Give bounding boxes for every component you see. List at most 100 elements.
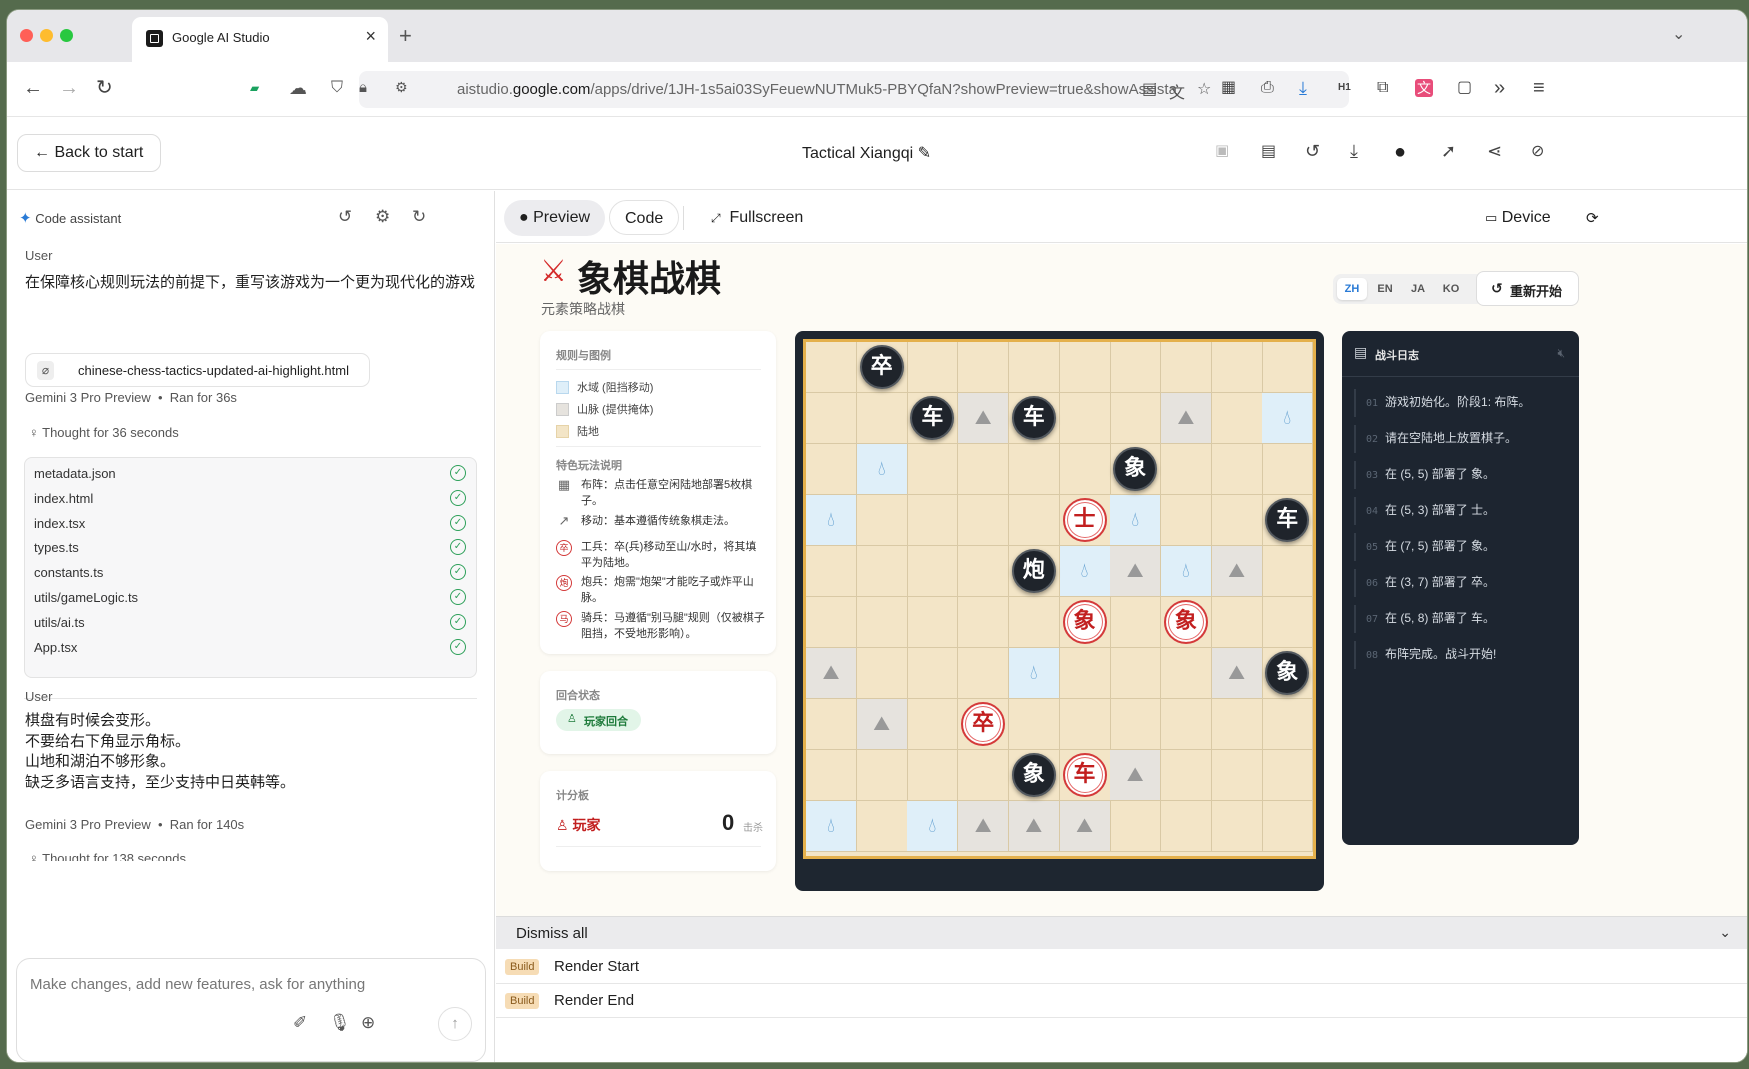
mountain-cell[interactable]: ⛰︎	[1110, 546, 1162, 597]
print-icon[interactable]: ⎙	[1261, 76, 1274, 100]
piece-red[interactable]: 车	[1062, 753, 1107, 797]
board-cell[interactable]	[907, 495, 959, 546]
collapse-chevron-icon[interactable]: ⌄	[1719, 924, 1731, 941]
mountain-cell[interactable]: ⛰︎	[1008, 801, 1060, 852]
more-tools-icon[interactable]: »	[1494, 76, 1505, 100]
lang-zh[interactable]: ZH	[1337, 278, 1367, 300]
board-cell[interactable]	[1262, 750, 1313, 801]
download-icon[interactable]: ⤓	[1299, 76, 1307, 100]
add-circle-icon[interactable]: ⊕	[361, 1013, 375, 1033]
board-cell[interactable]	[958, 750, 1010, 801]
file-row[interactable]: types.ts ✓	[25, 535, 476, 562]
extension-flag-icon[interactable]: ▰	[250, 76, 259, 100]
board-cell[interactable]	[1008, 342, 1060, 393]
mountain-cell[interactable]: ⛰︎	[1211, 546, 1263, 597]
file-row[interactable]: utils/ai.ts ✓	[25, 610, 476, 637]
piece-black[interactable]: 象	[1113, 447, 1158, 491]
piece-black[interactable]: 卒	[859, 345, 904, 389]
board-cell[interactable]	[1160, 444, 1212, 495]
address-bar[interactable]: ⛉ 🔒︎ ⚙ aistudio.google.com/apps/drive/1J…	[331, 71, 1349, 108]
board-cell[interactable]	[907, 444, 959, 495]
thought-summary[interactable]: ♀ Thought for 36 seconds	[29, 425, 179, 440]
water-cell[interactable]: 💧︎	[1160, 546, 1212, 597]
board-cell[interactable]	[1211, 750, 1263, 801]
mountain-cell[interactable]: ⛰︎	[856, 699, 908, 750]
file-row[interactable]: constants.ts ✓	[25, 560, 476, 587]
board-cell[interactable]	[856, 750, 908, 801]
board-cell[interactable]	[856, 648, 908, 699]
board-cell[interactable]	[907, 342, 959, 393]
save-icon[interactable]: ▣	[1215, 141, 1229, 159]
board-cell[interactable]	[1262, 342, 1313, 393]
water-cell[interactable]: 💧︎	[907, 801, 959, 852]
tab-code[interactable]: Code	[609, 200, 680, 235]
board-cell[interactable]	[1262, 597, 1313, 648]
translate-icon[interactable]: 文	[1169, 79, 1185, 103]
share-icon[interactable]: ⋖	[1487, 141, 1502, 162]
restart-button[interactable]: ↺ 重新开始	[1476, 271, 1579, 306]
piece-red[interactable]: 卒	[961, 702, 1006, 746]
reader-mode-icon[interactable]: ▤	[1142, 79, 1157, 99]
board-cell[interactable]	[856, 546, 908, 597]
board-cell[interactable]	[1262, 801, 1313, 852]
board-cell[interactable]	[1160, 648, 1212, 699]
board-cell[interactable]	[958, 495, 1010, 546]
history-icon[interactable]: ↺	[338, 207, 352, 227]
piece-black[interactable]: 象	[1011, 753, 1056, 797]
board-cell[interactable]	[856, 495, 908, 546]
board-cell[interactable]	[1059, 699, 1111, 750]
piece-red[interactable]: 象	[1062, 600, 1107, 644]
piece-red[interactable]: 士	[1062, 498, 1107, 542]
prompt-input[interactable]: Make changes, add new features, ask for …	[16, 958, 486, 1062]
send-button[interactable]: ↑	[438, 1007, 472, 1041]
translate-extension-icon[interactable]: 文	[1415, 79, 1433, 97]
board-cell[interactable]	[1211, 801, 1263, 852]
board-cell[interactable]	[806, 699, 857, 750]
url-text[interactable]: aistudio.google.com/apps/drive/1JH-1s5ai…	[457, 81, 1237, 98]
cloud-icon[interactable]: ☁	[289, 76, 307, 100]
file-row[interactable]: index.html ✓	[25, 486, 476, 513]
board-cell[interactable]	[1211, 393, 1263, 444]
lang-ja[interactable]: JA	[1403, 278, 1433, 300]
microphone-icon[interactable]: 🎙︎	[329, 1013, 351, 1033]
minimize-window-button[interactable]	[40, 29, 53, 42]
board-cell[interactable]	[1211, 597, 1263, 648]
piece-black[interactable]: 炮	[1011, 549, 1056, 593]
water-cell[interactable]: 💧︎	[806, 801, 857, 852]
board-cell[interactable]	[907, 546, 959, 597]
board-cell[interactable]	[1110, 393, 1162, 444]
thought-summary-2[interactable]: ♀ Thought for 138 seconds	[29, 851, 186, 861]
water-cell[interactable]: 💧︎	[1110, 495, 1162, 546]
board-cell[interactable]	[806, 750, 857, 801]
tab-list-chevron-icon[interactable]: ⌄	[1672, 24, 1685, 44]
board-cell[interactable]	[1262, 546, 1313, 597]
piece-black[interactable]: 象	[1265, 651, 1310, 695]
board-cell[interactable]	[907, 648, 959, 699]
reload-preview-icon[interactable]: ⟳	[1571, 200, 1614, 236]
board-cell[interactable]	[1160, 699, 1212, 750]
bookmark-star-icon[interactable]: ☆	[1197, 79, 1211, 99]
lock-icon[interactable]: 🔒︎	[359, 79, 367, 96]
water-cell[interactable]: 💧︎	[806, 495, 857, 546]
hide-preview-icon[interactable]: ⊘	[1531, 141, 1544, 161]
download-app-icon[interactable]: ⤓	[1350, 141, 1358, 162]
close-window-button[interactable]	[20, 29, 33, 42]
settings-gear-icon[interactable]: ⚙	[375, 207, 390, 227]
site-settings-icon[interactable]: ⚙	[395, 79, 408, 96]
file-row[interactable]: App.tsx ✓	[25, 635, 476, 662]
water-cell[interactable]: 💧︎	[1262, 393, 1313, 444]
forward-arrow-icon[interactable]: →	[59, 76, 79, 100]
board-cell[interactable]	[1059, 342, 1111, 393]
mute-icon[interactable]: 🔇︎	[1557, 346, 1565, 361]
water-cell[interactable]: 💧︎	[1059, 546, 1111, 597]
board-cell[interactable]	[958, 597, 1010, 648]
piece-black[interactable]: 车	[1265, 498, 1310, 542]
board-cell[interactable]	[1059, 648, 1111, 699]
board-cell[interactable]	[1008, 597, 1060, 648]
dismiss-all-button[interactable]: Dismiss all	[516, 925, 588, 942]
mountain-cell[interactable]: ⛰︎	[958, 393, 1010, 444]
board-cell[interactable]	[806, 546, 857, 597]
board-cell[interactable]	[1211, 444, 1263, 495]
board-cell[interactable]	[907, 597, 959, 648]
lang-ko[interactable]: KO	[1436, 278, 1466, 300]
